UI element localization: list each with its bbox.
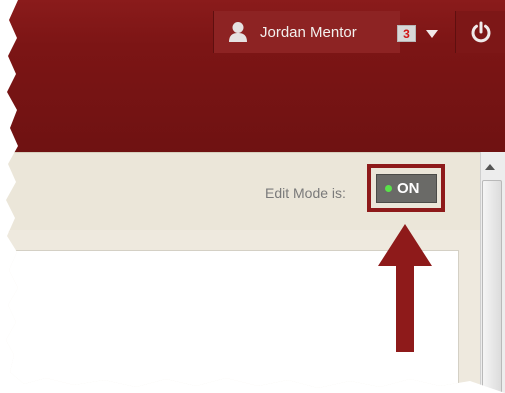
user-icon [229, 22, 247, 42]
scroll-up-arrow-icon[interactable] [485, 164, 495, 170]
user-name: Jordan Mentor [260, 24, 357, 41]
edit-mode-toggle[interactable]: ON [376, 174, 437, 203]
annotation-arrow-up-icon [378, 224, 432, 352]
power-icon [471, 21, 491, 43]
logout-button[interactable] [455, 11, 505, 53]
status-indicator-dot [385, 185, 392, 192]
edit-mode-value: ON [397, 180, 420, 197]
chevron-down-icon[interactable] [426, 30, 438, 38]
top-navigation-bar: Jordan Mentor 3 [6, 0, 505, 152]
screenshot-frame: Jordan Mentor 3 Edit Mode is: ON [6, 0, 505, 393]
notification-count-badge[interactable]: 3 [397, 25, 416, 42]
edit-mode-label: Edit Mode is: [265, 185, 346, 201]
scrollbar-thumb[interactable] [482, 180, 502, 393]
user-menu-button[interactable]: Jordan Mentor 3 [213, 11, 438, 53]
